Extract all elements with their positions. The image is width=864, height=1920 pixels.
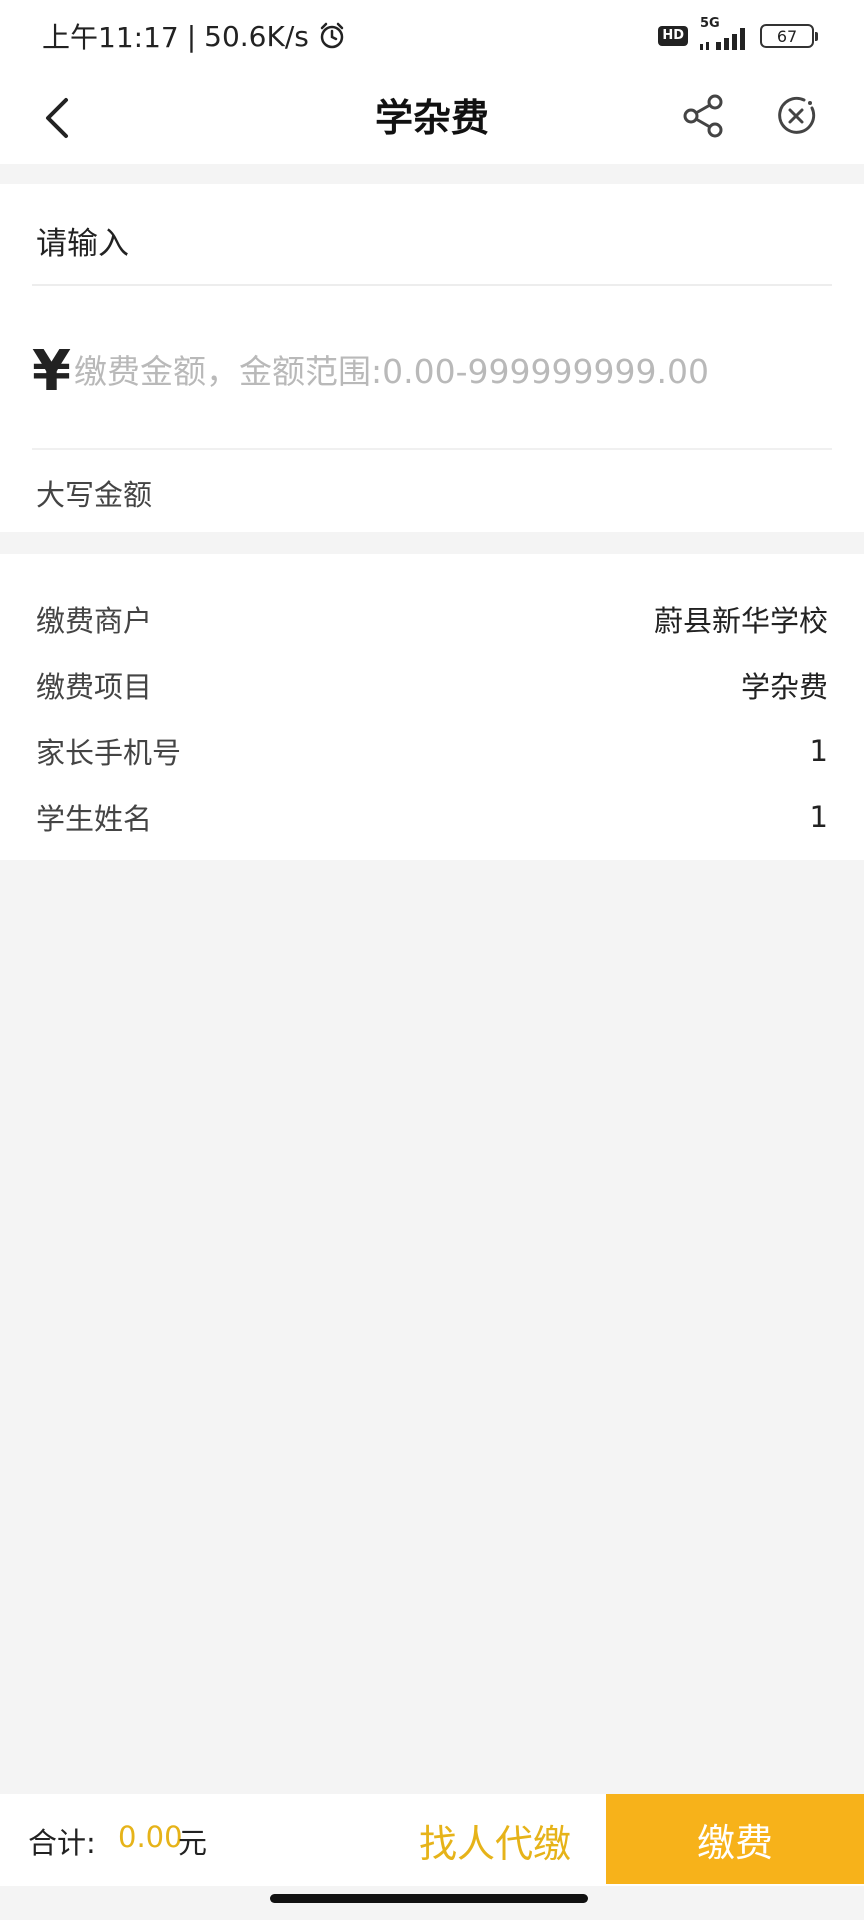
page-title: 学杂费: [374, 96, 489, 140]
status-left: 上午11:17 | 50.6K/s: [42, 16, 347, 56]
input-prompt-label: 请输入: [36, 226, 129, 262]
total-amount: 0.00: [118, 1820, 183, 1854]
amount-row: ¥: [32, 316, 832, 426]
uppercase-amount-label: 大写金额: [36, 478, 153, 512]
currency-symbol: ¥: [32, 338, 71, 404]
status-speed: 50.6K/s: [204, 19, 309, 53]
info-key: 学生姓名: [36, 802, 153, 836]
info-key: 缴费商户: [36, 604, 153, 638]
battery-icon: 67: [760, 24, 818, 48]
status-right: HD 5G 67: [658, 16, 818, 54]
home-indicator[interactable]: [270, 1894, 588, 1903]
amount-card: 请输入 ¥ 大写金额: [0, 184, 864, 532]
divider: [32, 448, 832, 450]
info-key: 缴费项目: [36, 670, 153, 704]
total-label: 合计:: [28, 1826, 96, 1860]
info-row-parent-phone: 家长手机号 1: [36, 718, 828, 784]
info-value: 学杂费: [740, 670, 828, 704]
info-key: 家长手机号: [36, 736, 182, 770]
divider: [32, 284, 832, 286]
close-button[interactable]: [768, 88, 824, 144]
info-row-student-name: 学生姓名 1: [36, 784, 828, 850]
app-screen: 上午11:17 | 50.6K/s HD 5G 67 学杂费 请输入 ¥ 缴费金…: [0, 0, 864, 1920]
pay-button[interactable]: 缴费: [606, 1794, 864, 1884]
total-unit: 元: [178, 1826, 208, 1860]
status-bar: 上午11:17 | 50.6K/s HD 5G 67: [0, 0, 864, 72]
status-separator: |: [186, 19, 197, 53]
hd-icon: HD: [658, 26, 688, 46]
share-button[interactable]: [676, 88, 732, 144]
signal-icon: 5G: [698, 16, 750, 54]
amount-input[interactable]: [74, 341, 814, 401]
status-time: 上午11:17: [42, 21, 179, 54]
share-icon: [683, 94, 723, 138]
proxy-pay-button[interactable]: 找人代缴: [400, 1794, 590, 1886]
alarm-icon: [317, 21, 347, 51]
bottom-bar: 合计: 0.00 元 找人代缴 缴费: [0, 1794, 864, 1886]
info-value: 1: [809, 800, 828, 834]
info-row-item: 缴费项目 学杂费: [36, 652, 828, 718]
nav-header: 学杂费: [0, 72, 864, 164]
close-circle-icon: [778, 96, 816, 134]
battery-level: 67: [776, 26, 798, 46]
back-button[interactable]: [30, 90, 86, 146]
back-arrow-icon: [46, 98, 68, 138]
payment-info-card: 缴费商户 蔚县新华学校 缴费项目 学杂费 家长手机号 1 学生姓名 1: [0, 554, 864, 860]
info-value: 蔚县新华学校: [653, 604, 828, 638]
info-row-merchant: 缴费商户 蔚县新华学校: [36, 586, 828, 652]
info-value: 1: [809, 734, 828, 768]
